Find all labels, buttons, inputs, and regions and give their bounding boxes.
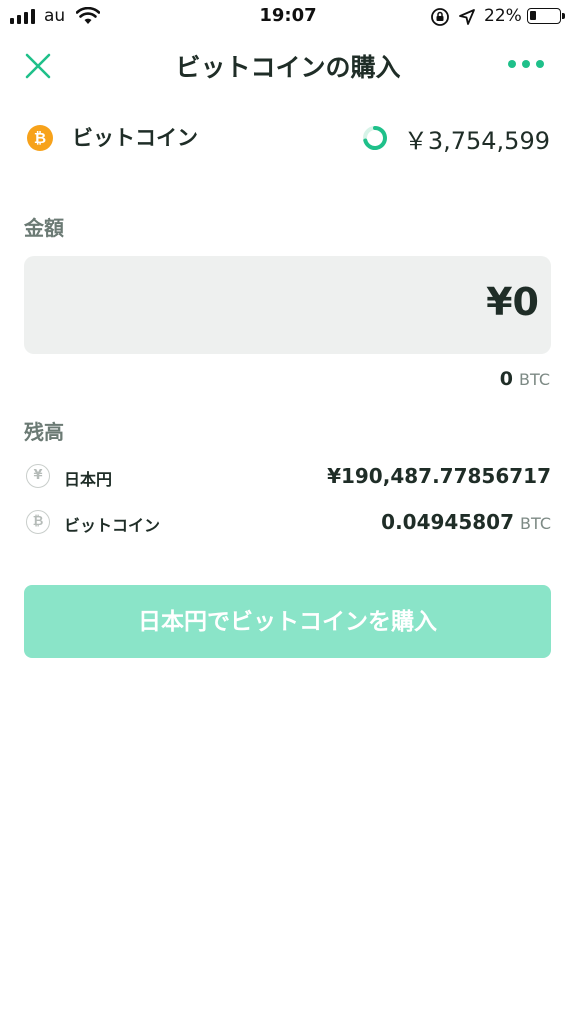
dot (522, 60, 530, 68)
asset-row: ₿ ビットコイン ￥3,754,599 (24, 118, 552, 158)
loading-spinner-icon (363, 126, 387, 150)
balance-value: 0.04945807 BTC (381, 510, 551, 534)
amount-input[interactable]: ¥0 (24, 256, 551, 354)
balance-amount: ¥190,487.77856717 (327, 464, 551, 488)
btc-unit: BTC (519, 370, 550, 389)
dot (508, 60, 516, 68)
battery-icon (527, 8, 565, 24)
amount-label: 金額 (24, 216, 64, 240)
bitcoin-icon: ₿ (27, 125, 53, 151)
amount-value: ¥0 (486, 280, 539, 324)
location-arrow-icon (459, 9, 475, 25)
asset-name: ビットコイン (72, 126, 198, 150)
balance-unit: BTC (520, 514, 551, 533)
balance-currency-name: ビットコイン (64, 516, 161, 535)
battery-fill (530, 11, 536, 20)
balance-label: 残高 (24, 420, 64, 444)
balance-value: ¥190,487.77856717 (327, 464, 551, 488)
bitcoin-outline-icon: ₿ (26, 510, 50, 534)
yen-icon: ¥ (26, 464, 50, 488)
balance-row-jpy: ¥ 日本円 ¥190,487.77856717 (24, 462, 551, 492)
rotation-lock-icon (431, 8, 449, 26)
balance-amount: 0.04945807 (381, 510, 515, 534)
asset-price: ￥3,754,599 (403, 127, 550, 155)
battery-percent: 22% (484, 6, 522, 26)
balance-currency-name: 日本円 (64, 470, 113, 489)
page-title: ビットコインの購入 (175, 53, 401, 82)
header: ビットコインの購入 (0, 40, 576, 90)
status-bar: au 19:07 22% (0, 0, 576, 34)
buy-button[interactable]: 日本円でビットコインを購入 (24, 585, 551, 658)
btc-equivalent-value: 0 (499, 368, 514, 390)
btc-equivalent: 0 BTC (500, 368, 550, 390)
battery-nub (562, 13, 565, 19)
more-dots-icon[interactable] (508, 60, 544, 68)
balance-row-btc: ₿ ビットコイン 0.04945807 BTC (24, 508, 551, 538)
dot (536, 60, 544, 68)
